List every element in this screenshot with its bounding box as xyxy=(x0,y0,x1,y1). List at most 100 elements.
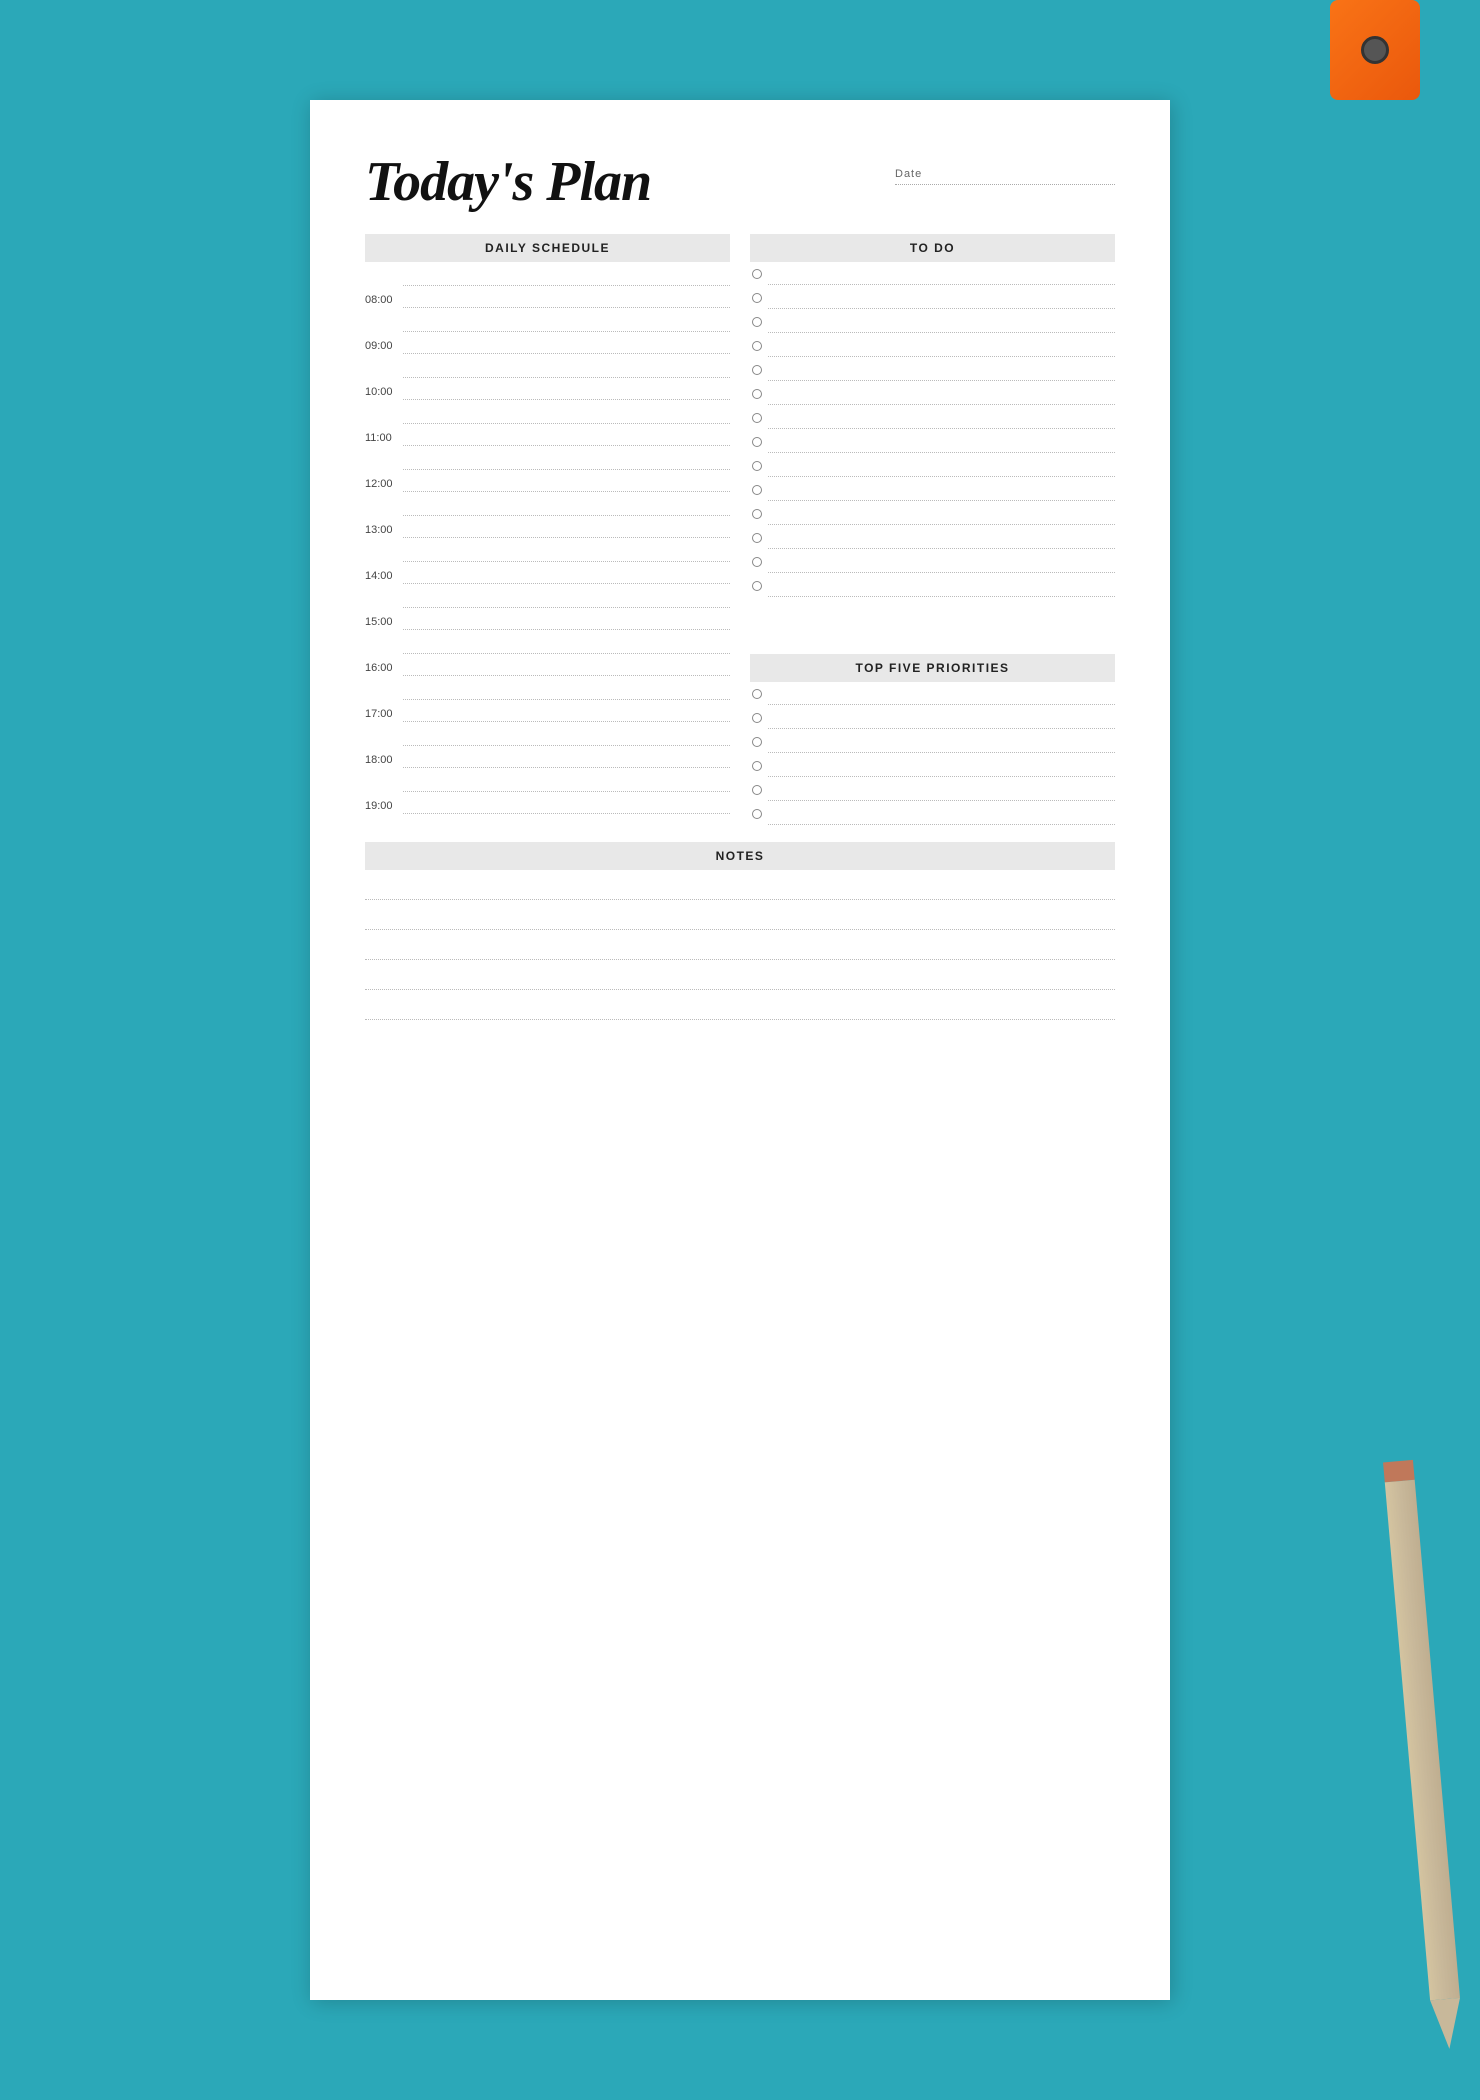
daily-schedule-header: DAILY SCHEDULE xyxy=(365,234,730,262)
time-13: 13:00 xyxy=(365,524,403,538)
time-16: 16:00 xyxy=(365,662,403,676)
schedule-line xyxy=(403,678,730,700)
notes-line-2 xyxy=(365,900,1115,930)
todo-item-6 xyxy=(750,382,1115,406)
schedule-line xyxy=(403,770,730,792)
main-content: DAILY SCHEDULE 08:00 09:00 10:00 xyxy=(365,234,1115,826)
time-10: 10:00 xyxy=(365,386,403,400)
priority-item-2 xyxy=(750,706,1115,730)
schedule-line xyxy=(403,494,730,516)
time-12: 12:00 xyxy=(365,478,403,492)
todo-line-14 xyxy=(768,575,1115,597)
schedule-line xyxy=(403,654,730,676)
schedule-line xyxy=(403,356,730,378)
schedule-line xyxy=(403,700,730,722)
schedule-line xyxy=(403,608,730,630)
todo-item-4 xyxy=(750,334,1115,358)
todo-line-1 xyxy=(768,263,1115,285)
priority-checkbox-1[interactable] xyxy=(752,689,762,699)
schedule-row-13: 13:00 xyxy=(365,492,730,538)
todo-item-12 xyxy=(750,526,1115,550)
priority-line-6 xyxy=(768,803,1115,825)
time-15: 15:00 xyxy=(365,616,403,630)
notes-line-1 xyxy=(365,870,1115,900)
schedule-line xyxy=(403,448,730,470)
todo-item-2 xyxy=(750,286,1115,310)
todo-checkbox-12[interactable] xyxy=(752,533,762,543)
notes-line-3 xyxy=(365,930,1115,960)
schedule-row-16: 16:00 xyxy=(365,630,730,676)
todo-checkbox-14[interactable] xyxy=(752,581,762,591)
time-17: 17:00 xyxy=(365,708,403,722)
todo-checkbox-1[interactable] xyxy=(752,269,762,279)
todo-checkbox-11[interactable] xyxy=(752,509,762,519)
priority-checkbox-3[interactable] xyxy=(752,737,762,747)
time-11: 11:00 xyxy=(365,432,403,446)
priorities-section: TOP FIVE PRIORITIES xyxy=(750,654,1115,826)
priority-line-5 xyxy=(768,779,1115,801)
schedule-line xyxy=(403,264,730,286)
schedule-line xyxy=(403,792,730,814)
schedule-row-11: 11:00 xyxy=(365,400,730,446)
schedule-row-12: 12:00 xyxy=(365,446,730,492)
todo-line-3 xyxy=(768,311,1115,333)
priority-line-4 xyxy=(768,755,1115,777)
todo-checkbox-13[interactable] xyxy=(752,557,762,567)
todo-item-10 xyxy=(750,478,1115,502)
todo-item-9 xyxy=(750,454,1115,478)
todo-checkbox-10[interactable] xyxy=(752,485,762,495)
todo-checkbox-5[interactable] xyxy=(752,365,762,375)
date-line xyxy=(895,184,1115,185)
todo-checkbox-7[interactable] xyxy=(752,413,762,423)
todo-line-4 xyxy=(768,335,1115,357)
date-label: Date xyxy=(895,168,922,180)
todo-section: TO DO xyxy=(750,234,1115,598)
daily-schedule-col: DAILY SCHEDULE 08:00 09:00 10:00 xyxy=(365,234,730,826)
todo-checkbox-9[interactable] xyxy=(752,461,762,471)
priority-line-1 xyxy=(768,683,1115,705)
todo-item-7 xyxy=(750,406,1115,430)
todo-line-8 xyxy=(768,431,1115,453)
schedule-line xyxy=(403,632,730,654)
todo-checkbox-2[interactable] xyxy=(752,293,762,303)
schedule-line xyxy=(403,540,730,562)
schedule-row-14: 14:00 xyxy=(365,538,730,584)
todo-item-3 xyxy=(750,310,1115,334)
priorities-header: TOP FIVE PRIORITIES xyxy=(750,654,1115,682)
todo-item-1 xyxy=(750,262,1115,286)
todo-checkbox-6[interactable] xyxy=(752,389,762,399)
schedule-row-18: 18:00 xyxy=(365,722,730,768)
todo-line-2 xyxy=(768,287,1115,309)
todo-item-11 xyxy=(750,502,1115,526)
right-col: TO DO xyxy=(750,234,1115,826)
schedule-line xyxy=(403,562,730,584)
time-08: 08:00 xyxy=(365,294,403,308)
priority-line-2 xyxy=(768,707,1115,729)
priority-item-5 xyxy=(750,778,1115,802)
todo-checkbox-3[interactable] xyxy=(752,317,762,327)
schedule-line xyxy=(403,378,730,400)
todo-checkbox-4[interactable] xyxy=(752,341,762,351)
date-section: Date xyxy=(895,150,1115,185)
schedule-line xyxy=(403,310,730,332)
priority-checkbox-4[interactable] xyxy=(752,761,762,771)
schedule-line xyxy=(403,470,730,492)
schedule-row-10: 10:00 xyxy=(365,354,730,400)
schedule-line xyxy=(403,724,730,746)
priority-checkbox-2[interactable] xyxy=(752,713,762,723)
todo-line-12 xyxy=(768,527,1115,549)
schedule-line xyxy=(403,586,730,608)
todo-item-8 xyxy=(750,430,1115,454)
todo-header: TO DO xyxy=(750,234,1115,262)
todo-line-10 xyxy=(768,479,1115,501)
schedule-line xyxy=(403,286,730,308)
schedule-line xyxy=(403,332,730,354)
priority-checkbox-6[interactable] xyxy=(752,809,762,819)
todo-checkbox-8[interactable] xyxy=(752,437,762,447)
header: Today's Plan Date xyxy=(365,150,1115,214)
priority-checkbox-5[interactable] xyxy=(752,785,762,795)
schedule-line xyxy=(403,402,730,424)
time-19: 19:00 xyxy=(365,800,403,814)
page-title: Today's Plan xyxy=(365,150,895,214)
todo-line-6 xyxy=(768,383,1115,405)
